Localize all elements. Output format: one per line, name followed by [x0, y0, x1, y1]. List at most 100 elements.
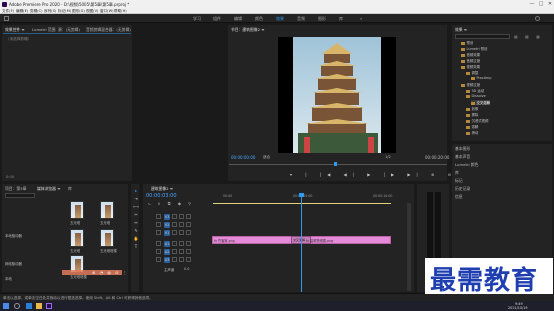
track-header[interactable]: A2 [142, 249, 212, 255]
workspace-graphics[interactable]: 图形 [318, 16, 326, 22]
effects-tree-item[interactable]: 擦除 [466, 112, 478, 117]
sidebar-local[interactable]: 本地 [5, 276, 12, 281]
workspace-edit[interactable]: 编辑 [234, 16, 242, 22]
workspace-audio[interactable]: 音频 [297, 16, 305, 22]
master-track-value[interactable]: 0.0 [184, 267, 189, 271]
track-label[interactable]: V3 [164, 214, 170, 220]
track-lock-icon[interactable] [172, 257, 177, 262]
timeline-title[interactable]: 建筑图像2 ≡ [151, 186, 173, 192]
track-label[interactable]: A3 [164, 257, 170, 263]
workspace-color[interactable]: 颜色 [255, 16, 263, 22]
slip-tool-icon[interactable]: ↔ [133, 220, 139, 226]
menu-marker[interactable]: 标记(M) [58, 9, 71, 14]
track-sync-icon[interactable] [179, 222, 184, 227]
track-target-toggle[interactable] [156, 214, 161, 219]
effects-tree-item[interactable]: 交叉溶解 [471, 100, 491, 105]
menu-view[interactable]: 视图(V) [86, 9, 98, 14]
search-icon[interactable] [535, 16, 540, 21]
panel-essential-graphics[interactable]: 基本图形 [455, 146, 470, 152]
effects-tree-item[interactable]: 滑动 [466, 130, 478, 135]
track-header[interactable]: A3 [142, 257, 212, 263]
track-target-toggle[interactable] [156, 222, 161, 227]
track-eye-icon[interactable] [186, 230, 191, 235]
workspace-libraries[interactable]: 库 [339, 16, 343, 22]
menu-edit[interactable]: 编辑(E) [16, 9, 28, 14]
home-icon[interactable] [4, 16, 9, 21]
workspace-effects[interactable]: 效果 [276, 16, 284, 22]
taskbar-search-icon[interactable] [14, 303, 20, 309]
track-eye-icon[interactable] [186, 249, 191, 254]
effects-tree-item[interactable]: Dissolve [466, 94, 486, 98]
track-label[interactable]: V1 [164, 230, 170, 236]
track-target-toggle[interactable] [156, 230, 161, 235]
workspace-assembly[interactable]: 组件 [213, 16, 221, 22]
taskbar-folder-icon[interactable] [36, 303, 42, 309]
effects-tree-item[interactable]: 音频效果 [461, 52, 480, 57]
timeline-ruler[interactable]: 00:00 00:00:05:00 00:00:10:00 [223, 186, 413, 200]
taskbar-app-1-icon[interactable] [26, 303, 32, 309]
track-header[interactable]: V2 [142, 222, 212, 228]
tab-media-browser[interactable]: 媒体浏览器 ≡ [37, 186, 60, 192]
minimize-button[interactable]: — [528, 1, 536, 7]
track-header[interactable]: V1 [142, 230, 212, 236]
windows-start-icon[interactable] [3, 303, 9, 309]
media-thumbnail[interactable] [100, 229, 114, 247]
effects-tree-item[interactable]: 调整 [466, 70, 478, 75]
sidebar-local-drives[interactable]: 本地驱动器 [5, 233, 22, 238]
effects-title[interactable]: 效果 ≡ [455, 27, 467, 33]
menu-clip[interactable]: 剪辑(C) [30, 9, 43, 14]
track-lock-icon[interactable] [172, 214, 177, 219]
effects-tree-item[interactable]: 音频过渡 [461, 58, 480, 63]
work-area-bar[interactable] [213, 203, 391, 204]
type-tool-icon[interactable]: T [133, 244, 139, 250]
track-label[interactable]: A2 [164, 249, 170, 255]
panel-libraries[interactable]: 库 [455, 170, 459, 176]
program-scrubber[interactable] [229, 164, 447, 165]
track-target-toggle[interactable] [156, 249, 161, 254]
panel-markers[interactable]: 标记 [455, 178, 463, 184]
resolution-dropdown[interactable]: 1/2 [385, 155, 391, 159]
maximize-button[interactable]: □ [537, 1, 545, 7]
effects-tree-item[interactable]: 沉浸式视频 [466, 118, 488, 123]
playhead-handle[interactable] [299, 193, 304, 197]
selection-tool-icon[interactable]: ▸ [133, 188, 139, 194]
timeline-vscroll[interactable] [407, 203, 411, 291]
track-lock-icon[interactable] [172, 230, 177, 235]
media-thumbnail[interactable] [100, 201, 114, 219]
menu-help[interactable]: 帮助(H) [114, 9, 127, 14]
menu-window[interactable]: 窗口(W) [100, 9, 114, 14]
close-button[interactable]: ✕ [546, 1, 554, 7]
panel-essential-sound[interactable]: 基本声音 [455, 154, 470, 160]
workspace-more-icon[interactable]: » [360, 16, 362, 21]
track-eye-icon[interactable] [186, 214, 191, 219]
program-title[interactable]: 节目：建筑图像2 ≡ [231, 27, 264, 33]
track-eye-icon[interactable] [186, 241, 191, 246]
track-select-tool-icon[interactable]: ⇥ [133, 196, 139, 202]
track-sync-icon[interactable] [179, 257, 184, 262]
effects-tree-item[interactable]: Lumetri 预设 [461, 46, 487, 51]
menu-graphics[interactable]: 图形(G) [72, 9, 85, 14]
effects-tree-item[interactable]: 视频效果 [461, 64, 480, 69]
track-target-toggle[interactable] [156, 257, 161, 262]
razor-tool-icon[interactable]: ✂ [133, 212, 139, 218]
effects-tree-item[interactable]: 预设 [461, 40, 473, 45]
timeline-playhead[interactable] [301, 194, 302, 292]
effects-tree-item[interactable]: 溶解 [466, 124, 478, 129]
track-sync-icon[interactable] [179, 249, 184, 254]
menu-file[interactable]: 文件(F) [2, 9, 14, 14]
tab-libraries[interactable]: 库 [68, 186, 72, 192]
track-sync-icon[interactable] [179, 230, 184, 235]
transport-controls[interactable]: ▾ | |◀ ◀| ▶ |▶ ▶| ⊕ ⊖ ⊞ [290, 172, 474, 177]
track-target-toggle[interactable] [156, 241, 161, 246]
track-lock-icon[interactable] [172, 222, 177, 227]
pen-tool-icon[interactable]: ✎ [133, 228, 139, 234]
track-sync-icon[interactable] [179, 241, 184, 246]
track-header[interactable]: V3 [142, 214, 212, 220]
track-label[interactable]: A1 [164, 241, 170, 247]
media-thumbnail[interactable] [70, 201, 84, 219]
panel-history[interactable]: 历史记录 [455, 186, 470, 192]
tab-project[interactable]: 项目：第5章 [5, 186, 26, 192]
track-eye-icon[interactable] [186, 222, 191, 227]
sidebar-network[interactable]: 网络驱动器 [5, 261, 22, 266]
ripple-edit-tool-icon[interactable]: ⟷ [133, 204, 139, 210]
